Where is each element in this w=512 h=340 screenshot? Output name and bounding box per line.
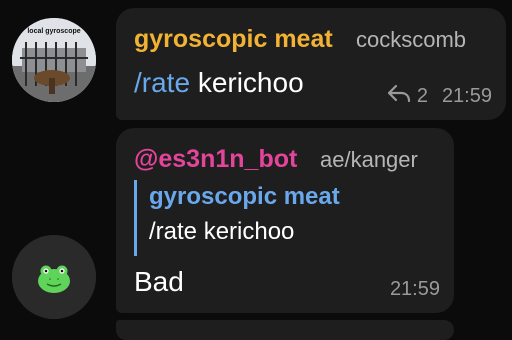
frog-icon [12, 235, 96, 319]
sender-role: cockscomb [356, 27, 467, 52]
message-bubble[interactable]: gyroscopic meat cockscomb /rate kerichoo… [116, 8, 506, 120]
message-bubble-partial[interactable] [116, 320, 454, 340]
message-text: Bad [134, 266, 184, 297]
quote-text: /rate kerichoo [149, 218, 295, 245]
avatar-gyroscopic-meat[interactable]: local gyroscope [12, 18, 96, 102]
sender-name[interactable]: gyroscopic meat [134, 25, 333, 54]
message-time: 21:59 [389, 278, 440, 300]
message-text: /rate kerichoo [134, 67, 304, 99]
avatar-caption: local gyroscope [27, 28, 81, 35]
sender-role: ae/kanger [320, 147, 418, 172]
message-meta: 2 21:59 [387, 84, 492, 108]
reply-count[interactable]: 2 [417, 85, 428, 108]
quote-author: gyroscopic meat [149, 183, 340, 210]
sender-name[interactable]: @es3n1n_bot [134, 145, 297, 174]
avatar-bot[interactable] [12, 235, 96, 319]
message-time: 21:59 [441, 84, 492, 107]
message-bubble[interactable]: @es3n1n_bot ae/kanger gyroscopic meat /r… [116, 128, 454, 313]
reply-arrow-icon[interactable] [387, 84, 411, 108]
command-argument: kerichoo [197, 67, 304, 98]
reply-quote[interactable]: gyroscopic meat /rate kerichoo [134, 180, 443, 256]
message-meta: 21:59 [390, 278, 440, 301]
bot-command-link[interactable]: /rate [134, 67, 190, 98]
